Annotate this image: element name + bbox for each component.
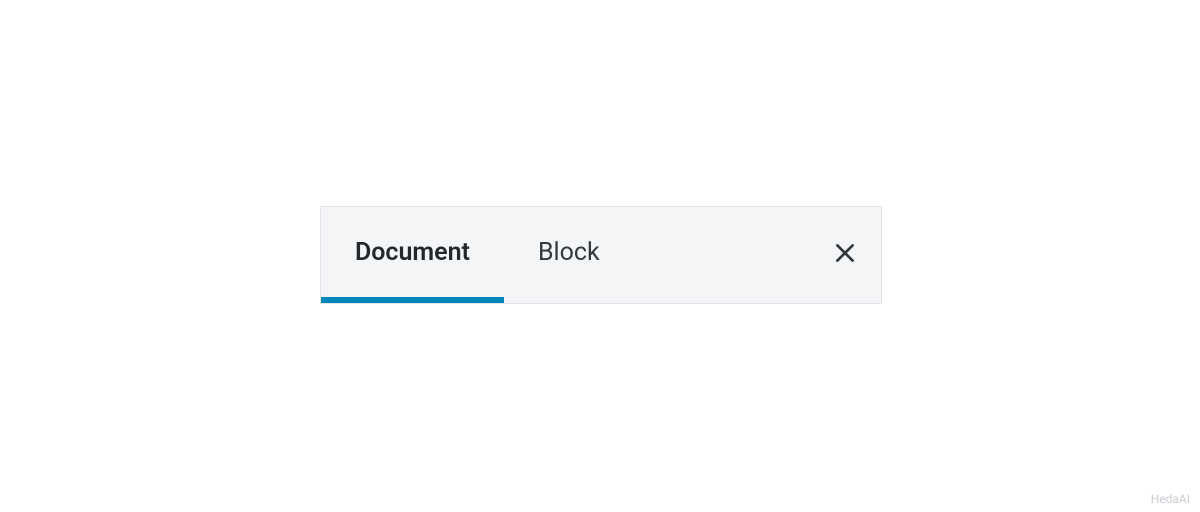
watermark: HedaAI (1151, 492, 1190, 506)
tab-block[interactable]: Block (504, 207, 634, 303)
tab-block-label: Block (538, 238, 600, 267)
tab-document[interactable]: Document (321, 207, 504, 303)
tab-list: Document Block (321, 207, 809, 303)
close-button[interactable] (809, 207, 881, 303)
close-icon (832, 240, 858, 270)
sidebar-tab-panel: Document Block (320, 206, 882, 304)
tab-document-label: Document (355, 238, 470, 267)
